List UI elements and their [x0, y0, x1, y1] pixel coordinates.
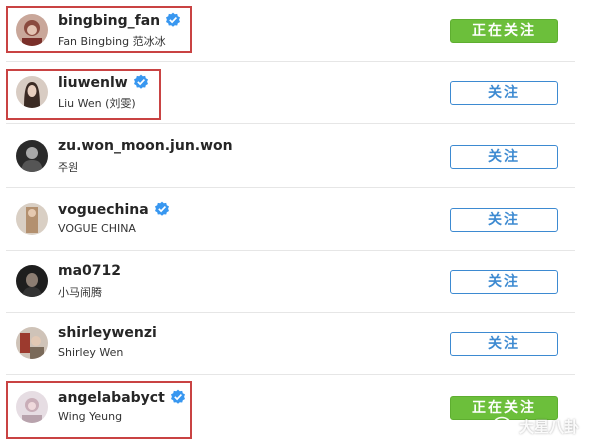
verified-badge-icon	[165, 12, 181, 28]
list-item: ma0712 小马闹腾 关注	[0, 251, 575, 313]
full-name: Liu Wen (刘雯)	[58, 97, 136, 110]
row-divider	[6, 187, 575, 188]
username[interactable]: zu.won_moon.jun.won	[58, 138, 233, 154]
full-name: Shirley Wen	[58, 346, 124, 359]
follow-button[interactable]: 关注	[450, 81, 558, 105]
watermark: 大星八卦	[493, 414, 579, 438]
username[interactable]: liuwenlw	[58, 74, 149, 91]
avatar[interactable]	[16, 76, 48, 108]
row-divider	[6, 123, 575, 124]
follow-button[interactable]: 关注	[450, 208, 558, 232]
avatar[interactable]	[16, 203, 48, 235]
username[interactable]: ma0712	[58, 263, 121, 279]
verified-badge-icon	[133, 74, 149, 90]
username[interactable]: voguechina	[58, 201, 170, 218]
following-button[interactable]: 正在关注	[450, 19, 558, 43]
list-item: liuwenlw Liu Wen (刘雯) 关注	[0, 62, 575, 124]
avatar[interactable]	[16, 327, 48, 359]
verified-badge-icon	[170, 389, 186, 405]
full-name: VOGUE CHINA	[58, 222, 136, 235]
follow-button[interactable]: 关注	[450, 332, 558, 356]
list-item: angelababyct Wing Yeung 正在关注	[0, 375, 575, 445]
wechat-icon	[493, 416, 515, 436]
list-item: voguechina VOGUE CHINA 关注	[0, 189, 575, 251]
avatar[interactable]	[16, 265, 48, 297]
watermark-text: 大星八卦	[518, 417, 579, 436]
full-name: Wing Yeung	[58, 410, 123, 423]
avatar[interactable]	[16, 14, 48, 46]
follow-button[interactable]: 关注	[450, 145, 558, 169]
follow-button[interactable]: 关注	[450, 270, 558, 294]
verified-badge-icon	[154, 201, 170, 217]
full-name: Fan Bingbing 范冰冰	[58, 35, 166, 48]
follow-list: bingbing_fan Fan Bingbing 范冰冰 正在关注 liuwe…	[0, 0, 593, 445]
avatar[interactable]	[16, 140, 48, 172]
avatar[interactable]	[16, 391, 48, 423]
list-item: shirleywenzi Shirley Wen 关注	[0, 313, 575, 375]
full-name: 주원	[58, 161, 79, 174]
full-name: 小马闹腾	[58, 286, 102, 299]
username[interactable]: shirleywenzi	[58, 325, 157, 341]
username[interactable]: bingbing_fan	[58, 12, 181, 29]
list-item: zu.won_moon.jun.won 주원 关注	[0, 126, 575, 188]
username[interactable]: angelababyct	[58, 389, 186, 406]
list-item: bingbing_fan Fan Bingbing 范冰冰 正在关注	[0, 0, 575, 62]
